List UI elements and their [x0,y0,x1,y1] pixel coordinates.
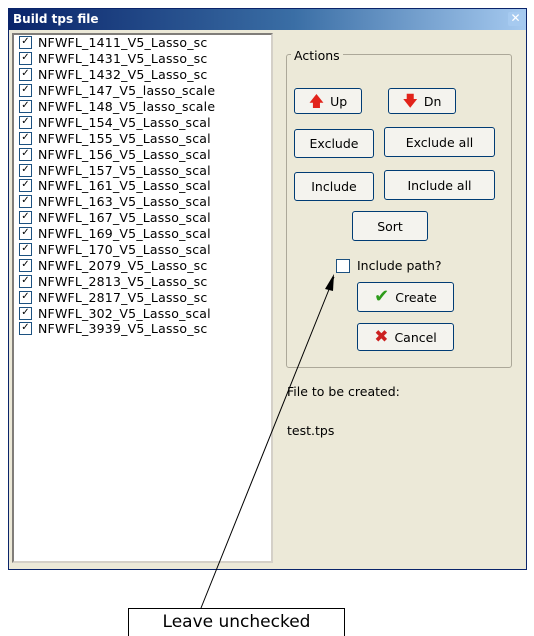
annotation-callout: Leave unchecked [128,608,345,636]
callout-pointer-line [200,274,335,609]
